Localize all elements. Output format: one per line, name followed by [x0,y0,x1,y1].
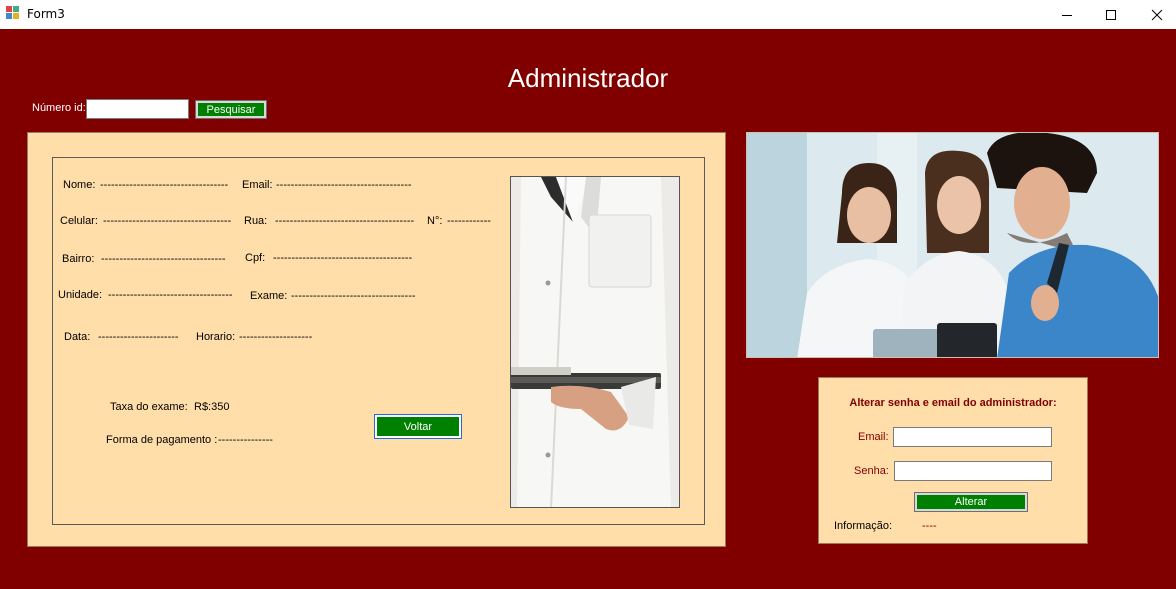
team-illustration [747,133,1158,357]
page-title: Administrador [507,63,669,93]
alterar-button[interactable]: Alterar [914,492,1028,512]
taxa-label: Taxa do exame: [110,401,188,413]
id-input[interactable] [86,99,189,119]
email-label: Email: [242,179,273,191]
doctor-photo [510,176,680,508]
horario-value: -------------------- [239,331,313,343]
new-password-input[interactable] [894,461,1052,481]
unidade-label: Unidade: [58,289,103,301]
minimize-icon [1062,14,1072,16]
horario-label: Horario: [196,331,236,343]
rua-value: -------------------------------------- [275,215,415,227]
change-credentials-panel: Alterar senha e email do administrador: … [818,377,1088,544]
celular-label: Celular: [60,215,98,227]
email-value: ------------------------------------- [276,179,412,191]
new-password-label: Senha: [854,465,889,477]
window-title: Form3 [27,7,65,21]
numero-label: N°: [427,215,443,227]
new-email-input[interactable] [893,427,1052,447]
maximize-button[interactable] [1088,0,1134,29]
bairro-value: ---------------------------------- [101,253,226,265]
info-value: ---- [922,520,937,532]
new-email-label: Email: [858,431,889,443]
team-photo [746,132,1159,358]
rua-label: Rua: [244,215,268,227]
voltar-button[interactable]: Voltar [374,414,462,439]
form-body: Administrador Número id: Pesquisar Nome:… [0,29,1176,589]
pagamento-value: --------------- [218,434,273,446]
details-panel: Nome: ----------------------------------… [27,132,726,547]
pesquisar-button[interactable]: Pesquisar [195,100,267,119]
window-titlebar: Form3 [0,0,1176,29]
exame-value: ---------------------------------- [291,290,416,302]
app-icon [6,6,20,20]
unidade-value: ---------------------------------- [108,289,233,301]
change-credentials-title: Alterar senha e email do administrador: [849,397,1057,409]
close-button[interactable] [1134,0,1176,29]
pagamento-label: Forma de pagamento : [106,434,218,446]
nome-label: Nome: [63,179,96,191]
nome-value: ----------------------------------- [100,179,229,191]
data-label: Data: [64,331,91,343]
celular-value: ----------------------------------- [103,215,232,227]
taxa-value: R$:350 [194,401,230,413]
minimize-button[interactable] [1044,0,1090,29]
numero-value: ------------ [447,215,491,227]
id-label: Número id: [32,102,86,114]
data-value: ---------------------- [98,331,179,343]
info-label: Informação: [834,520,893,532]
exame-label: Exame: [250,290,288,302]
maximize-icon [1106,9,1116,20]
cpf-label: Cpf: [245,252,266,264]
details-group: Nome: ----------------------------------… [52,157,705,525]
close-icon [1151,9,1163,20]
doctor-illustration [511,177,679,507]
cpf-value: -------------------------------------- [273,252,413,264]
bairro-label: Bairro: [62,253,95,265]
